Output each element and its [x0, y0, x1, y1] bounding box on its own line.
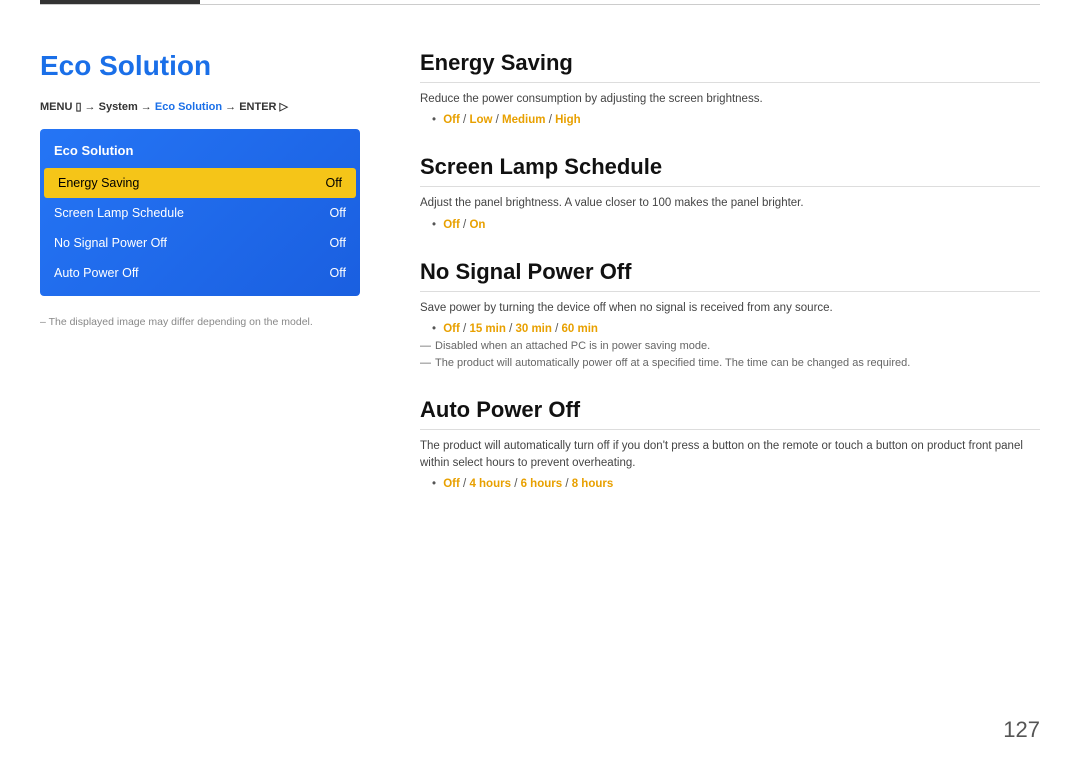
option-off-signal: Off	[443, 323, 460, 335]
section-desc-auto-power: The product will automatically turn off …	[420, 438, 1040, 473]
option-on-lamp: On	[469, 219, 485, 231]
option-4hours: 4 hours	[469, 478, 511, 490]
option-high: High	[555, 114, 581, 126]
bullet-icon: •	[432, 114, 436, 126]
section-auto-power: Auto Power Off The product will automati…	[420, 397, 1040, 491]
note-disabled-pc: Disabled when an attached PC is in power…	[420, 340, 1040, 352]
menu-item-no-signal-value: Off	[330, 236, 346, 250]
menu-box-title: Eco Solution	[40, 137, 360, 168]
option-8hours: 8 hours	[572, 478, 614, 490]
section-options-auto-power: • Off / 4 hours / 6 hours / 8 hours	[432, 478, 1040, 490]
section-energy-saving: Energy Saving Reduce the power consumpti…	[420, 50, 1040, 126]
bullet-icon: •	[432, 323, 436, 335]
section-title-auto-power: Auto Power Off	[420, 397, 1040, 430]
option-off-auto: Off	[443, 478, 460, 490]
menu-item-auto-power[interactable]: Auto Power Off Off	[40, 258, 360, 288]
menu-item-no-signal[interactable]: No Signal Power Off Off	[40, 228, 360, 258]
note-auto-poweroff: The product will automatically power off…	[420, 357, 1040, 369]
section-no-signal: No Signal Power Off Save power by turnin…	[420, 259, 1040, 369]
section-title-screen-lamp: Screen Lamp Schedule	[420, 154, 1040, 187]
menu-item-screen-lamp-label: Screen Lamp Schedule	[54, 206, 184, 220]
option-off-energy: Off	[443, 114, 460, 126]
menu-path: MENU ▯ → System → Eco Solution → ENTER ▷	[40, 100, 360, 113]
option-off-lamp: Off	[443, 219, 460, 231]
top-line-light	[40, 4, 1040, 5]
menu-item-auto-power-label: Auto Power Off	[54, 266, 139, 280]
page-number: 127	[1003, 717, 1040, 743]
section-options-energy-saving: • Off / Low / Medium / High	[432, 114, 1040, 126]
left-panel: Eco Solution MENU ▯ → System → Eco Solut…	[40, 30, 360, 328]
section-screen-lamp: Screen Lamp Schedule Adjust the panel br…	[420, 154, 1040, 230]
option-low: Low	[469, 114, 492, 126]
menu-item-auto-power-value: Off	[330, 266, 346, 280]
section-title-no-signal: No Signal Power Off	[420, 259, 1040, 292]
section-desc-energy-saving: Reduce the power consumption by adjustin…	[420, 91, 1040, 108]
menu-box: Eco Solution Energy Saving Off Screen La…	[40, 129, 360, 296]
menu-item-screen-lamp-value: Off	[330, 206, 346, 220]
option-medium: Medium	[502, 114, 545, 126]
menu-item-energy-saving[interactable]: Energy Saving Off	[44, 168, 356, 198]
option-30min: 30 min	[515, 323, 551, 335]
option-15min: 15 min	[469, 323, 505, 335]
menu-path-highlight: Eco Solution	[155, 101, 222, 113]
menu-item-no-signal-label: No Signal Power Off	[54, 236, 167, 250]
bullet-icon: •	[432, 478, 436, 490]
menu-item-energy-saving-label: Energy Saving	[58, 176, 139, 190]
bullet-icon: •	[432, 219, 436, 231]
menu-item-screen-lamp[interactable]: Screen Lamp Schedule Off	[40, 198, 360, 228]
menu-item-energy-saving-value: Off	[326, 176, 342, 190]
option-6hours: 6 hours	[521, 478, 563, 490]
bottom-note: – The displayed image may differ dependi…	[40, 316, 360, 328]
section-options-no-signal: • Off / 15 min / 30 min / 60 min	[432, 323, 1040, 335]
page-title: Eco Solution	[40, 50, 360, 82]
section-options-screen-lamp: • Off / On	[432, 219, 1040, 231]
right-panel: Energy Saving Reduce the power consumpti…	[420, 50, 1040, 518]
section-desc-screen-lamp: Adjust the panel brightness. A value clo…	[420, 195, 1040, 212]
top-decorative-lines	[0, 0, 1080, 8]
option-60min: 60 min	[562, 323, 598, 335]
section-title-energy-saving: Energy Saving	[420, 50, 1040, 83]
section-desc-no-signal: Save power by turning the device off whe…	[420, 300, 1040, 317]
